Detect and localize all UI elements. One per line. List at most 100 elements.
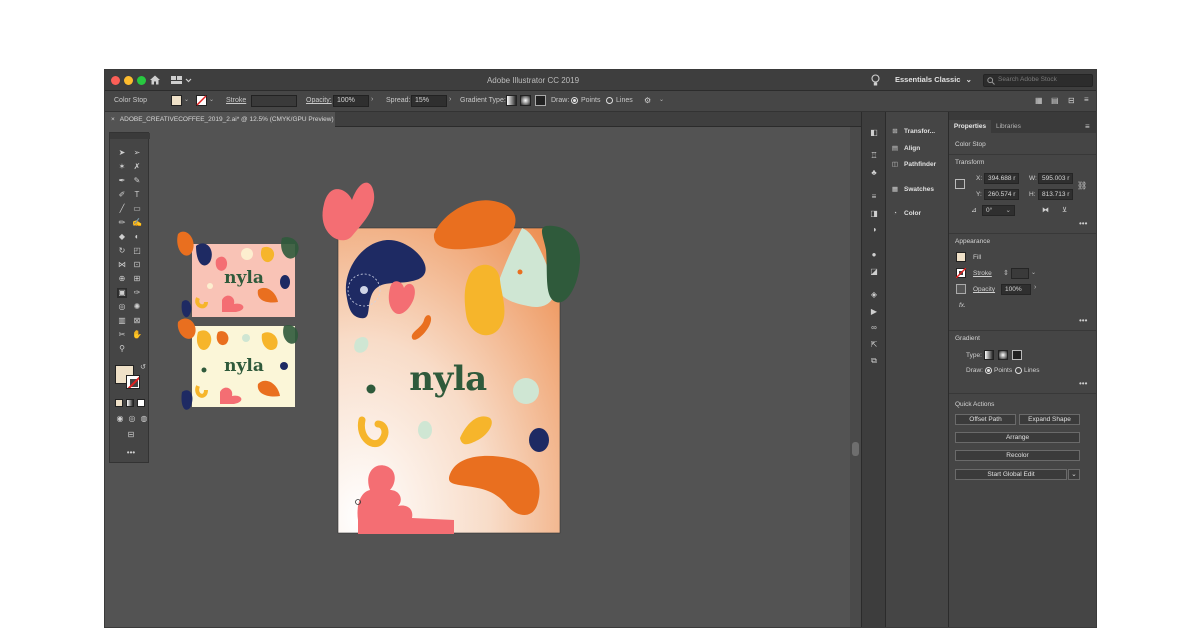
vertical-scrollbar[interactable] [850, 127, 861, 627]
magic-wand-tool-icon[interactable]: ✶ [117, 162, 127, 172]
rectangle-tool-icon[interactable]: ▭ [132, 204, 142, 214]
chevron-right-icon[interactable]: › [1034, 284, 1036, 291]
shaper-tool-icon[interactable]: ◆ [117, 232, 127, 242]
rotate-tool-icon[interactable]: ↻ [117, 246, 127, 256]
y-field[interactable]: 260.574 r [984, 189, 1019, 200]
none-mode-button[interactable] [137, 399, 145, 407]
stroke-weight-field[interactable] [1011, 268, 1029, 279]
tab-libraries[interactable]: Libraries [996, 120, 1021, 133]
width-tool-icon[interactable]: ⋈ [117, 260, 127, 270]
panel-transform[interactable]: ⊞ Transfor... [890, 125, 948, 139]
scale-tool-icon[interactable]: ◰ [132, 246, 142, 256]
eyedropper-tool-icon[interactable]: ✑ [132, 288, 142, 298]
slice-tool-icon[interactable]: ✂ [117, 330, 127, 340]
symbols-icon[interactable]: ♣ [869, 168, 879, 177]
tab-properties[interactable]: Properties [949, 120, 991, 133]
selection-tool-icon[interactable]: ➤ [117, 148, 127, 158]
curvature-tool-icon[interactable]: ✎ [132, 176, 142, 186]
flip-horizontal-icon[interactable]: ⧓ [1042, 206, 1049, 214]
distribute-icon[interactable]: ▤ [1051, 96, 1059, 105]
arrange-icon[interactable]: ⊟ [1068, 96, 1075, 105]
zoom-tool-icon[interactable]: ⚲ [117, 344, 127, 354]
more-options-icon[interactable]: ••• [1079, 379, 1087, 388]
angle-field[interactable]: 0° ⌄ [982, 205, 1015, 216]
gradient-lines-radio[interactable] [1015, 367, 1022, 374]
stroke-label[interactable]: Stroke [226, 97, 246, 104]
document-tab[interactable]: × ADOBE_CREATIVECOFFEE_2019_2.ai* @ 12.5%… [105, 112, 335, 127]
type-tool-icon[interactable]: T [132, 190, 142, 200]
offset-path-button[interactable]: Offset Path [955, 414, 1016, 425]
more-options-icon[interactable]: ••• [1079, 219, 1087, 228]
opacity-label[interactable]: Opacity [973, 286, 995, 293]
shape-builder-tool-icon[interactable]: ⊕ [117, 274, 127, 284]
stepper-icon[interactable]: ⇕ [1003, 269, 1009, 277]
stroke-none-swatch[interactable] [196, 95, 207, 106]
expand-shape-button[interactable]: Expand Shape [1019, 414, 1080, 425]
direct-selection-tool-icon[interactable]: ➢ [132, 148, 142, 158]
recolor-icon[interactable]: ⚙ [644, 96, 651, 105]
spread-field[interactable]: 15% [411, 95, 447, 107]
tools-panel-grip[interactable] [110, 133, 150, 139]
freeform-gradient-button[interactable] [1012, 350, 1022, 360]
links-icon[interactable]: ∞ [869, 323, 879, 332]
stroke-label[interactable]: Stroke [973, 270, 992, 277]
linear-gradient-button[interactable] [984, 350, 994, 360]
panel-menu-icon[interactable]: ≡ [1084, 95, 1089, 104]
panel-menu-icon[interactable]: ≡ [1085, 120, 1090, 133]
opacity-field[interactable]: 100% [1001, 284, 1031, 295]
gradient-mode-button[interactable] [126, 399, 134, 407]
opacity-label[interactable]: Opacity: [306, 97, 332, 104]
stroke-panel-icon[interactable]: ≡ [869, 192, 879, 201]
panel-color[interactable]: ◔ Color [890, 207, 948, 221]
free-transform-tool-icon[interactable]: ⊡ [132, 260, 142, 270]
opacity-field[interactable]: 100% [333, 95, 369, 107]
close-icon[interactable]: × [111, 116, 115, 123]
transparency-icon[interactable]: ◑ [869, 225, 879, 234]
arrange-button[interactable]: Arrange [955, 432, 1080, 443]
gradient-panel-icon[interactable]: ◨ [869, 209, 879, 218]
blend-tool-icon[interactable]: ◎ [117, 302, 127, 312]
appearance-fill-swatch[interactable] [956, 252, 966, 262]
artboard-small-cream[interactable]: nyla [177, 318, 299, 410]
export-icon[interactable]: ⇱ [869, 340, 879, 349]
symbol-sprayer-tool-icon[interactable]: ✺ [132, 302, 142, 312]
fx-label[interactable]: fx. [959, 302, 966, 309]
chevron-down-icon[interactable]: ⌄ [659, 96, 664, 103]
lines-radio[interactable] [606, 97, 613, 104]
scrollbar-thumb[interactable] [852, 442, 859, 456]
radial-gradient-button[interactable] [520, 95, 531, 106]
radial-gradient-button[interactable] [998, 350, 1008, 360]
artboard-tool-icon[interactable]: ⊠ [132, 316, 142, 326]
x-field[interactable]: 394.688 r [984, 173, 1019, 184]
chevron-down-icon[interactable]: ⌄ [209, 96, 214, 103]
flip-vertical-icon[interactable]: ⊻ [1062, 206, 1067, 214]
pencil-tool-icon[interactable]: ✍ [132, 218, 142, 228]
more-icon[interactable]: ••• [123, 448, 139, 458]
color-mode-button[interactable] [115, 399, 123, 407]
workspace-switcher[interactable]: Essentials Classic ⌄ [895, 75, 972, 84]
points-radio[interactable] [571, 97, 578, 104]
artboard-small-pink[interactable]: nyla [177, 231, 299, 318]
draw-behind-icon[interactable]: ◎ [127, 414, 137, 424]
pen-tool-icon[interactable]: ✒ [117, 176, 127, 186]
start-global-edit-button[interactable]: Start Global Edit [955, 469, 1067, 480]
lightbulb-icon[interactable] [871, 74, 880, 87]
panel-align[interactable]: ▤ Align [890, 142, 948, 156]
cc-libraries-icon[interactable]: ♖ [869, 151, 879, 160]
stock-search-field[interactable]: Search Adobe Stock [983, 74, 1093, 87]
height-field[interactable]: 813.713 r [1038, 189, 1073, 200]
draw-mode-icon[interactable]: ◉ [115, 414, 125, 424]
layers-icon[interactable]: ◈ [869, 290, 879, 299]
perspective-grid-tool-icon[interactable]: ⊞ [132, 274, 142, 284]
linear-gradient-button[interactable] [506, 95, 517, 106]
artboards-icon[interactable]: ⧉ [869, 356, 879, 365]
paintbrush-tool-icon[interactable]: ✏ [117, 218, 127, 228]
gradient-stop-marker[interactable] [360, 286, 368, 294]
pen-add-tool-icon[interactable]: ✐ [117, 190, 127, 200]
screen-mode-icon[interactable]: ⊟ [123, 430, 139, 440]
stroke-color-swatch[interactable] [126, 375, 140, 389]
reference-point-icon[interactable] [955, 179, 965, 189]
properties-icon[interactable]: ◧ [869, 128, 879, 137]
canvas-area[interactable]: nyla nyla nyla [149, 127, 859, 627]
lasso-tool-icon[interactable]: ✗ [132, 162, 142, 172]
